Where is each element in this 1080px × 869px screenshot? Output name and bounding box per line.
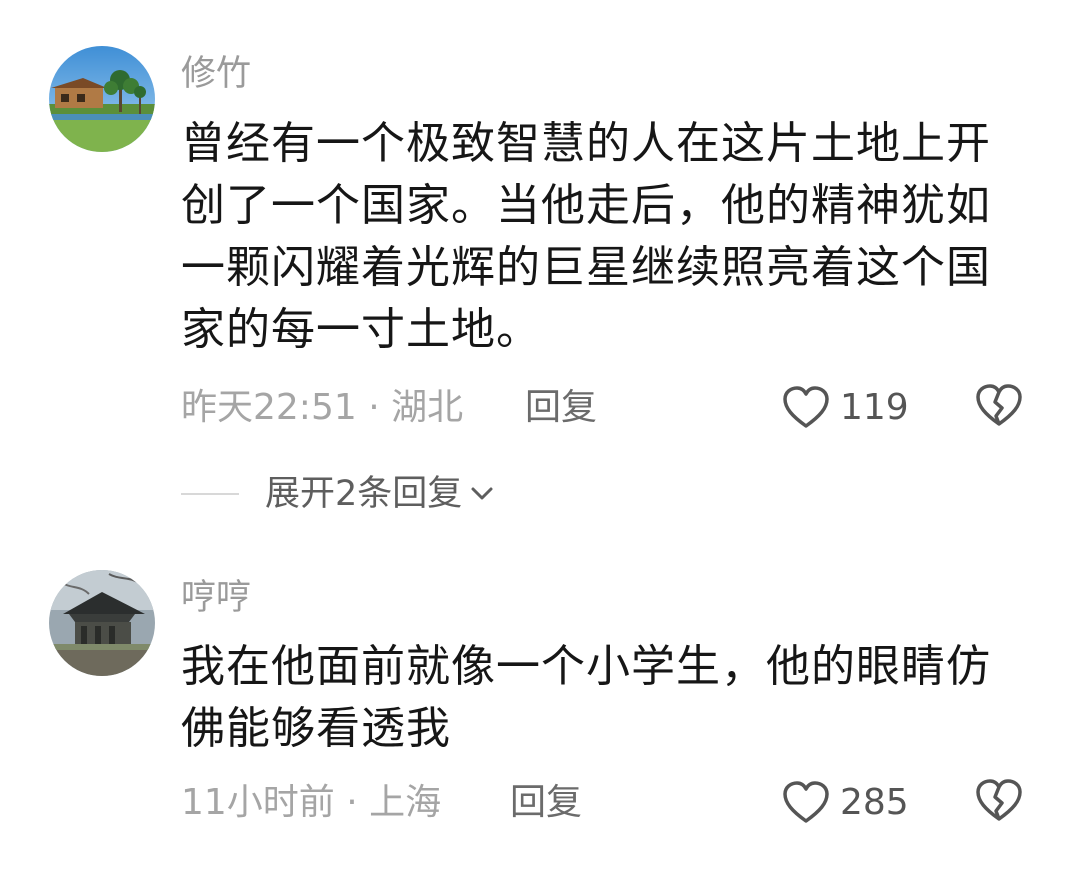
expand-replies-button[interactable]: 展开2条回复 bbox=[181, 472, 496, 516]
temple-photo-icon bbox=[49, 570, 155, 676]
comment-time-location: 11小时前 · 上海 bbox=[181, 782, 442, 823]
expand-replies-label: 展开2条回复 bbox=[265, 474, 463, 514]
like-button[interactable]: 285 bbox=[782, 778, 909, 828]
username[interactable]: 修竹 bbox=[181, 54, 251, 94]
like-count: 119 bbox=[840, 387, 909, 428]
like-count: 285 bbox=[840, 782, 909, 823]
chevron-down-icon bbox=[471, 487, 493, 500]
heart-outline-icon bbox=[783, 781, 829, 823]
username[interactable]: 哼哼 bbox=[181, 578, 251, 618]
like-button[interactable]: 119 bbox=[782, 383, 909, 433]
avatar[interactable] bbox=[49, 46, 155, 152]
dislike-button[interactable] bbox=[975, 384, 1025, 434]
reply-button[interactable]: 回复 bbox=[510, 781, 582, 825]
reply-button[interactable]: 回复 bbox=[525, 386, 597, 430]
comment-time-location: 昨天22:51 · 湖北 bbox=[181, 387, 464, 428]
avatar[interactable] bbox=[49, 570, 155, 676]
divider-line bbox=[181, 493, 239, 495]
comment-text: 曾经有一个极致智慧的人在这片土地上开创了一个国家。当他走后，他的精神犹如一颗闪耀… bbox=[181, 118, 991, 355]
dislike-button[interactable] bbox=[975, 779, 1025, 829]
heart-outline-icon bbox=[783, 386, 829, 428]
comment-list: 修竹 曾经有一个极致智慧的人在这片土地上开创了一个国家。当他走后，他的精神犹如一… bbox=[0, 0, 1080, 869]
broken-heart-icon bbox=[976, 384, 1022, 426]
beach-house-photo-icon bbox=[49, 46, 155, 152]
comment-text: 我在他面前就像一个小学生，他的眼睛仿佛能够看透我 bbox=[181, 641, 991, 754]
broken-heart-icon bbox=[976, 779, 1022, 821]
